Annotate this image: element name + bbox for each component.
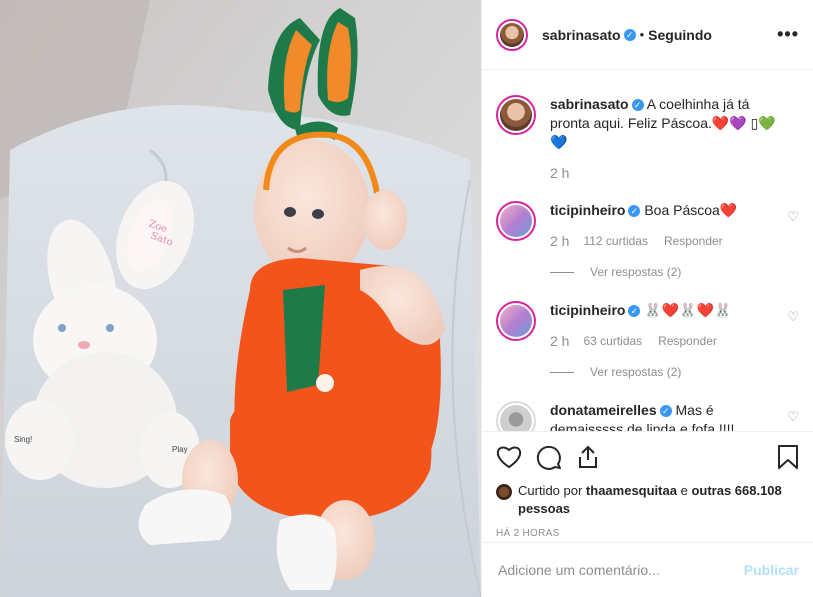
reply-button[interactable]: Responder xyxy=(658,332,717,351)
like-comment-heart-icon[interactable]: ♡ xyxy=(787,309,799,325)
comment-likes[interactable]: 63 curtidas xyxy=(583,332,642,351)
commenter-avatar[interactable] xyxy=(496,401,536,431)
svg-text:Play: Play xyxy=(172,445,188,454)
add-comment-bar: Publicar xyxy=(482,542,813,597)
like-comment-heart-icon[interactable]: ♡ xyxy=(787,209,799,225)
svg-text:Sing!: Sing! xyxy=(14,435,32,444)
replies-line xyxy=(550,271,574,273)
commenter-avatar[interactable] xyxy=(496,201,536,241)
separator-dot: • xyxy=(639,27,645,42)
caption-time[interactable]: 2 h xyxy=(550,164,569,183)
comment-username[interactable]: donatameirelles xyxy=(550,402,657,418)
comment-text: 🐰❤️🐰❤️🐰 xyxy=(644,302,732,318)
post-header: sabrinasato ✓ • Seguindo ••• xyxy=(482,0,813,70)
post-photo[interactable]: Zoe Sato Sing! Play xyxy=(0,0,481,597)
comment-likes[interactable]: 112 curtidas xyxy=(583,232,647,251)
comment-text: Boa Páscoa❤️ xyxy=(644,202,738,218)
post-details-panel: sabrinasato ✓ • Seguindo ••• sabrinasato… xyxy=(481,0,813,597)
caption: sabrinasato ✓ A coelhinha já tá pronta aq… xyxy=(496,95,799,183)
likes-summary: Curtido por thaamesquitaa e outras 668.1… xyxy=(496,482,799,518)
following-button[interactable]: Seguindo xyxy=(648,27,712,43)
comment-item: ticipinheiro ✓ 🐰❤️🐰❤️🐰 2 h 63 curtidas Re… xyxy=(496,301,799,351)
comment-input[interactable] xyxy=(496,561,744,579)
likes-conjunction: e xyxy=(676,483,692,498)
view-replies[interactable]: Ver respostas (2) xyxy=(550,265,799,279)
commenter-avatar[interactable] xyxy=(496,301,536,341)
comment-item: ticipinheiro ✓ Boa Páscoa❤️ 2 h 112 curti… xyxy=(496,201,799,251)
publish-button[interactable]: Publicar xyxy=(744,562,799,578)
verified-badge-icon: ✓ xyxy=(628,305,641,318)
view-replies-label[interactable]: Ver respostas (2) xyxy=(590,365,681,379)
verified-badge-icon: ✓ xyxy=(631,99,644,112)
likes-prefix: Curtido por xyxy=(518,483,586,498)
verified-badge-icon: ✓ xyxy=(659,405,672,418)
reply-button[interactable]: Responder xyxy=(664,232,723,251)
like-comment-heart-icon[interactable]: ♡ xyxy=(787,409,799,425)
liker-username[interactable]: thaamesquitaa xyxy=(586,483,677,498)
author-avatar[interactable] xyxy=(496,18,528,51)
comment-bubble-icon[interactable] xyxy=(536,444,562,470)
view-replies-label[interactable]: Ver respostas (2) xyxy=(590,265,681,279)
comment-item: donatameirelles ✓ Mas é demaisssss de lin… xyxy=(496,401,799,431)
caption-username[interactable]: sabrinasato xyxy=(550,96,629,112)
more-options-icon[interactable]: ••• xyxy=(777,24,799,45)
author-username[interactable]: sabrinasato xyxy=(542,27,621,43)
comments-list[interactable]: sabrinasato ✓ A coelhinha já tá pronta aq… xyxy=(482,71,813,431)
posted-time[interactable]: HÁ 2 HORAS xyxy=(496,528,799,539)
verified-badge-icon: ✓ xyxy=(623,28,636,41)
comment-time[interactable]: 2 h xyxy=(550,232,569,251)
replies-line xyxy=(550,371,574,373)
comment-time[interactable]: 2 h xyxy=(550,332,569,351)
caption-avatar[interactable] xyxy=(496,95,536,135)
comment-username[interactable]: ticipinheiro xyxy=(550,302,625,318)
like-heart-icon[interactable] xyxy=(496,445,522,469)
view-replies[interactable]: Ver respostas (2) xyxy=(550,365,799,379)
share-icon[interactable] xyxy=(576,444,600,470)
comment-username[interactable]: ticipinheiro xyxy=(550,202,625,218)
verified-badge-icon: ✓ xyxy=(628,205,641,218)
post-actions: Curtido por thaamesquitaa e outras 668.1… xyxy=(482,431,813,539)
save-bookmark-icon[interactable] xyxy=(777,444,799,470)
baby-bunny-costume-photo: Zoe Sato Sing! Play xyxy=(0,0,481,597)
liker-avatar[interactable] xyxy=(496,484,512,500)
